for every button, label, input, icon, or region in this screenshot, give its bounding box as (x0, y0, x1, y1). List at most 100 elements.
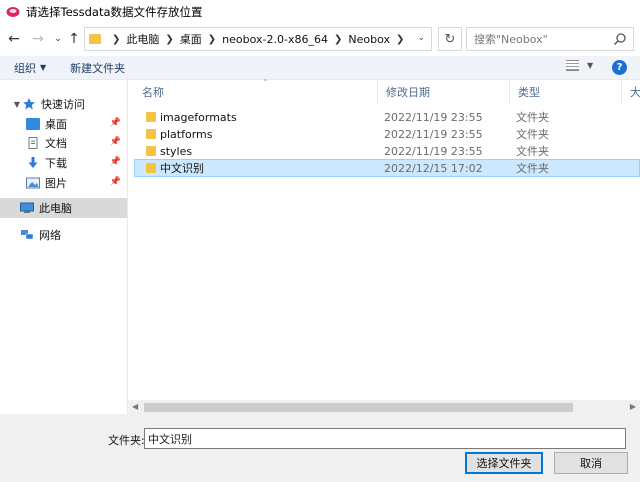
column-size[interactable]: 大小 (622, 80, 640, 104)
search-input[interactable]: 搜索"Neobox" (466, 27, 634, 51)
arrow-up-icon: ↑ (68, 31, 80, 47)
sidebar-item-label: 桌面 (45, 118, 67, 131)
scrollbar-thumb[interactable] (144, 403, 573, 412)
sidebar-item-network[interactable]: 网络 (0, 225, 127, 245)
chevron-right-icon: ❯ (395, 33, 405, 45)
organize-label: 组织 (14, 61, 36, 75)
chevron-down-icon: ▼ (13, 99, 21, 109)
table-row-selected[interactable]: 中文识别 2022/12/15 17:02 文件夹 (134, 159, 640, 177)
folder-icon (146, 112, 156, 122)
sidebar-item-desktop[interactable]: 桌面 📌 (0, 114, 127, 134)
row-type: 文件夹 (516, 128, 549, 141)
row-name: platforms (160, 127, 213, 141)
refresh-button[interactable]: ↻ (438, 27, 462, 51)
row-name: imageformats (160, 110, 237, 124)
address-bar[interactable]: ❯ 此电脑 ❯ 桌面 ❯ neobox-2.0-x86_64 ❯ Neobox … (84, 27, 432, 51)
row-name: styles (160, 144, 193, 158)
organize-button[interactable]: 组织 ▼ (14, 60, 46, 76)
refresh-icon: ↻ (444, 31, 456, 47)
column-name[interactable]: 名称 ⌃ (134, 78, 378, 104)
view-options-button[interactable]: ▼ (566, 60, 593, 71)
chevron-right-icon: ❯ (112, 33, 121, 45)
chevron-down-icon: ⌄ (54, 34, 62, 44)
help-icon: ? (616, 62, 623, 73)
sidebar-item-label: 文档 (45, 137, 67, 150)
up-button[interactable]: ↑ (64, 29, 84, 49)
title-bar: 请选择Tessdata数据文件存放位置 (0, 0, 640, 24)
column-name-label: 名称 (142, 86, 164, 99)
arrow-left-icon: ← (8, 31, 20, 47)
row-date: 2022/11/19 23:55 (384, 144, 483, 158)
back-button[interactable]: ← (4, 29, 24, 49)
pin-icon[interactable]: 📌 (110, 137, 121, 147)
sidebar-item-pictures[interactable]: 图片 📌 (0, 173, 127, 193)
folder-icon (146, 129, 156, 139)
sidebar-item-label: 网络 (39, 229, 61, 242)
column-type[interactable]: 类型 (510, 80, 622, 104)
folder-icon (146, 146, 156, 156)
sidebar-item-this-pc[interactable]: 此电脑 (0, 198, 127, 218)
row-name: 中文识别 (160, 162, 204, 175)
dialog-footer: 文件夹: 中文识别 选择文件夹 取消 (0, 414, 640, 482)
pin-icon[interactable]: 📌 (110, 157, 121, 167)
download-icon (28, 157, 38, 168)
scroll-left-icon[interactable]: ◀ (132, 402, 138, 411)
row-type: 文件夹 (516, 145, 549, 158)
sidebar-item-label: 下载 (45, 157, 67, 170)
help-button[interactable]: ? (612, 60, 627, 75)
folder-icon (146, 163, 156, 173)
column-modified-label: 修改日期 (386, 86, 430, 99)
breadcrumb-this-pc[interactable]: 此电脑 (126, 31, 159, 47)
search-icon[interactable] (613, 32, 627, 46)
network-icon (21, 230, 34, 240)
search-placeholder: 搜索"Neobox" (474, 33, 548, 46)
breadcrumb-neobox[interactable]: Neobox (348, 33, 390, 46)
breadcrumb-desktop[interactable]: 桌面 (180, 31, 202, 47)
filename-input[interactable]: 中文识别 (144, 428, 626, 449)
pin-icon[interactable]: 📌 (110, 118, 121, 128)
cancel-label: 取消 (580, 457, 602, 470)
sidebar-item-label: 此电脑 (39, 202, 72, 215)
caret-down-icon: ▼ (40, 63, 47, 72)
select-folder-button[interactable]: 选择文件夹 (465, 452, 543, 474)
caret-down-icon: ▼ (587, 61, 594, 70)
chevron-right-icon: ❯ (333, 33, 343, 45)
column-type-label: 类型 (518, 86, 540, 99)
file-list: 名称 ⌃ 修改日期 类型 大小 imageformats 2022/11/19 … (128, 78, 640, 414)
row-type: 文件夹 (516, 162, 549, 175)
navigation-pane: ▼ 快速访问 桌面 📌 文档 📌 下载 📌 图片 📌 此电脑 网络 (0, 80, 128, 414)
row-date: 2022/12/15 17:02 (384, 161, 483, 175)
star-icon (23, 98, 35, 110)
address-row: ← → ⌄ ↑ ❯ 此电脑 ❯ 桌面 ❯ neobox-2.0-x86_64 ❯… (0, 26, 640, 52)
pin-icon[interactable]: 📌 (110, 177, 121, 187)
picture-icon (26, 177, 40, 189)
table-row[interactable]: platforms 2022/11/19 23:55 文件夹 (134, 125, 640, 143)
address-dropdown-icon[interactable]: ⌄ (417, 33, 425, 43)
horizontal-scrollbar[interactable]: ◀ ▶ (128, 400, 640, 414)
row-type: 文件夹 (516, 111, 549, 124)
sidebar-item-label: 快速访问 (41, 98, 85, 111)
sidebar-item-downloads[interactable]: 下载 📌 (0, 153, 127, 173)
sidebar-item-quick-access[interactable]: ▼ 快速访问 (0, 94, 127, 114)
row-date: 2022/11/19 23:55 (384, 110, 483, 124)
table-row[interactable]: imageformats 2022/11/19 23:55 文件夹 (134, 108, 640, 126)
app-logo-icon (6, 7, 20, 17)
scroll-right-icon[interactable]: ▶ (630, 402, 636, 411)
forward-button[interactable]: → (28, 29, 48, 49)
window-title: 请选择Tessdata数据文件存放位置 (26, 5, 203, 19)
folder-icon (89, 34, 101, 44)
breadcrumb-neobox-dir[interactable]: neobox-2.0-x86_64 (222, 33, 328, 46)
document-icon (28, 137, 38, 149)
cancel-button[interactable]: 取消 (554, 452, 628, 474)
column-modified[interactable]: 修改日期 (378, 80, 510, 104)
filename-value: 中文识别 (148, 432, 192, 446)
details-view-icon (566, 60, 579, 71)
computer-icon (20, 202, 34, 213)
arrow-right-icon: → (32, 31, 44, 47)
sidebar-item-label: 图片 (45, 177, 67, 190)
desktop-icon (26, 118, 40, 130)
table-row[interactable]: styles 2022/11/19 23:55 文件夹 (134, 142, 640, 160)
sidebar-item-documents[interactable]: 文档 📌 (0, 133, 127, 153)
new-folder-button[interactable]: 新建文件夹 (70, 60, 125, 76)
column-header: 名称 ⌃ 修改日期 类型 大小 (128, 78, 640, 104)
